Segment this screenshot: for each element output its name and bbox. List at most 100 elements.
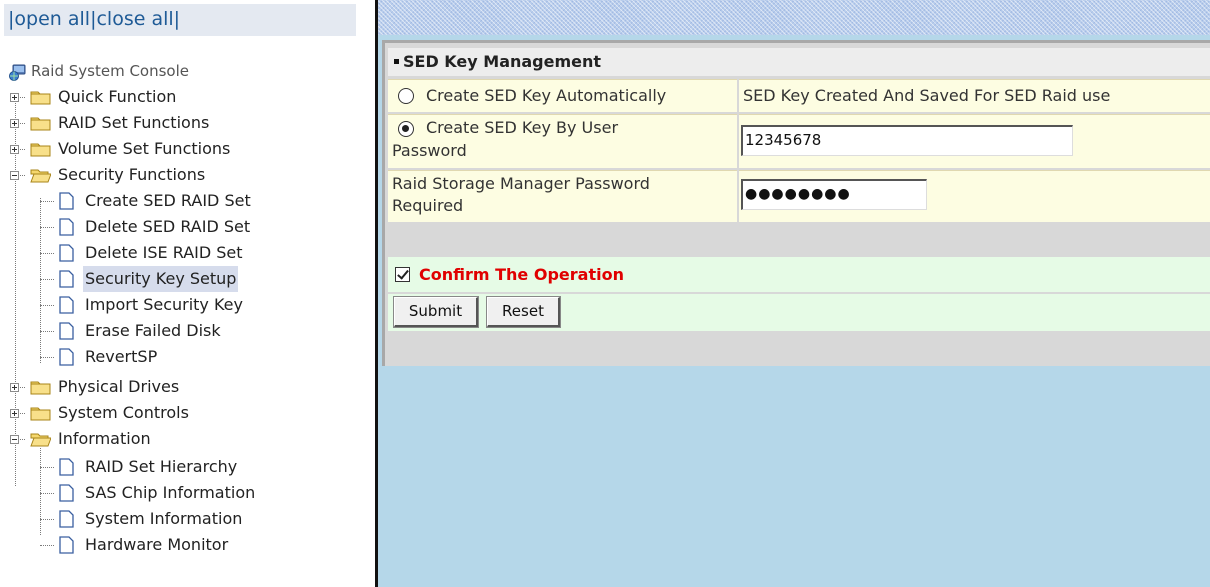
tree-item-label: Delete ISE RAID Set [85,243,243,262]
tree-folder-label: RAID Set Functions [58,113,210,132]
tree-folder-security-functions[interactable]: Security Functions [0,162,376,188]
option-auto-description: SED Key Created And Saved For SED Raid u… [743,86,1111,105]
radio-selected-icon[interactable] [398,121,414,137]
tree-item-label: System Information [85,509,243,528]
tree-connector [40,253,54,254]
folder-closed-icon [30,143,51,157]
tree-item-label: RevertSP [85,347,158,366]
rsm-password-cell: ●●●●●●●● [739,170,1210,222]
tree-folder-label: Security Functions [58,165,206,184]
tree-item-label: RAID Set Hierarchy [85,457,238,476]
tree-item-erase-failed-disk[interactable]: Erase Failed Disk [0,318,376,344]
confirm-label[interactable]: Confirm The Operation [419,265,624,284]
tree-item-label: Erase Failed Disk [85,321,221,340]
tree-connector [40,467,54,468]
tree-connector [40,279,54,280]
page-icon [59,218,74,236]
tree-item-label: Hardware Monitor [85,535,229,554]
tree-item-label: Delete SED RAID Set [85,217,251,236]
expand-icon[interactable] [10,409,19,418]
tree-folder-system-controls[interactable]: System Controls [0,400,376,426]
folder-closed-icon [30,407,51,421]
navigation-frame: |open all|close all| Raid System Console [0,0,376,587]
tree-item-delete-ise-raid-set[interactable]: Delete ISE RAID Set [0,240,376,266]
page-icon [59,322,74,340]
option-auto-cell[interactable]: Create SED Key Automatically [388,79,737,112]
page-icon [59,244,74,262]
tree-connector [40,201,54,202]
tree-item-sas-chip-information[interactable]: SAS Chip Information [0,480,376,506]
form-header: SED Key Management [388,48,1210,76]
confirm-row: Confirm The Operation [388,257,1210,292]
page-icon [59,510,74,528]
form-footer-separator [388,333,1210,363]
tree-item-create-sed-raid-set[interactable]: Create SED RAID Set [0,188,376,214]
header-pattern-bar [378,0,1210,35]
tree-item-delete-sed-raid-set[interactable]: Delete SED RAID Set [0,214,376,240]
tree-connector [40,227,54,228]
tree-item-label-selected: Security Key Setup [83,266,239,292]
tree-folder-physical-drives[interactable]: Physical Drives [0,374,376,400]
tree-item-import-security-key[interactable]: Import Security Key [0,292,376,318]
folder-closed-icon [30,381,51,395]
content-frame: SED Key Management Create SED Key Automa… [378,0,1210,587]
form-separator [388,224,1210,256]
tree-root[interactable]: Raid System Console [0,58,376,84]
tree-folder-label: Quick Function [58,87,177,106]
folder-closed-icon [30,117,51,131]
tree-item-revertsp[interactable]: RevertSP [0,344,376,370]
tree-folder-quick-function[interactable]: Quick Function [0,84,376,110]
tree-connector [40,545,54,546]
expand-icon[interactable] [10,119,19,128]
tree-folder-information[interactable]: Information [0,426,376,452]
user-password-input[interactable]: 12345678 [741,125,1073,156]
submit-button[interactable]: Submit [393,296,479,328]
user-password-cell: 12345678 [739,114,1210,168]
tree-item-security-key-setup[interactable]: Security Key Setup [0,266,376,292]
radio-unselected-icon[interactable] [398,88,414,104]
page-icon [59,192,74,210]
page-icon [59,484,74,502]
open-all-link[interactable]: open all [14,8,90,30]
tree-folder-label: System Controls [58,403,189,422]
sed-key-management-form: SED Key Management Create SED Key Automa… [382,40,1210,366]
tree-item-hardware-monitor[interactable]: Hardware Monitor [0,532,376,558]
close-all-link[interactable]: close all [96,8,173,30]
tree-item-system-information[interactable]: System Information [0,506,376,532]
reset-button[interactable]: Reset [486,296,561,328]
option-user-label-line1: Create SED Key By User [426,118,619,137]
tree-connector [40,357,54,358]
option-auto-label: Create SED Key Automatically [426,86,667,105]
button-row: Submit Reset [388,294,1210,331]
separator: | [173,8,181,30]
page-icon [59,270,74,288]
folder-open-icon [30,433,51,447]
option-user-cell[interactable]: Create SED Key By User Password [388,114,737,168]
open-close-all-bar: |open all|close all| [4,4,356,36]
rsm-password-label-line1: Raid Storage Manager Password [392,174,650,193]
checkbox-checked-icon[interactable] [395,267,410,282]
page-icon [59,458,74,476]
option-auto-desc-cell: SED Key Created And Saved For SED Raid u… [739,79,1210,112]
tree-folder-raid-set-functions[interactable]: RAID Set Functions [0,110,376,136]
page-icon [59,536,74,554]
tree-item-label: SAS Chip Information [85,483,256,502]
rsm-password-label-line2: Required [392,196,464,215]
tree-item-raid-set-hierarchy[interactable]: RAID Set Hierarchy [0,454,376,480]
expand-icon[interactable] [10,93,19,102]
rsm-password-input[interactable]: ●●●●●●●● [741,179,927,210]
form-title: SED Key Management [403,52,602,71]
collapse-icon[interactable] [10,171,19,180]
tree-folder-label: Volume Set Functions [58,139,231,158]
collapse-icon[interactable] [10,435,19,444]
page-icon [59,296,74,314]
tree-folder-volume-set-functions[interactable]: Volume Set Functions [0,136,376,162]
tree-item-label: Import Security Key [85,295,243,314]
page-icon [59,348,74,366]
expand-icon[interactable] [10,145,19,154]
folder-closed-icon [30,91,51,105]
tree-root-label: Raid System Console [31,62,189,80]
server-globe-icon [9,64,26,81]
tree-connector [40,493,54,494]
expand-icon[interactable] [10,383,19,392]
